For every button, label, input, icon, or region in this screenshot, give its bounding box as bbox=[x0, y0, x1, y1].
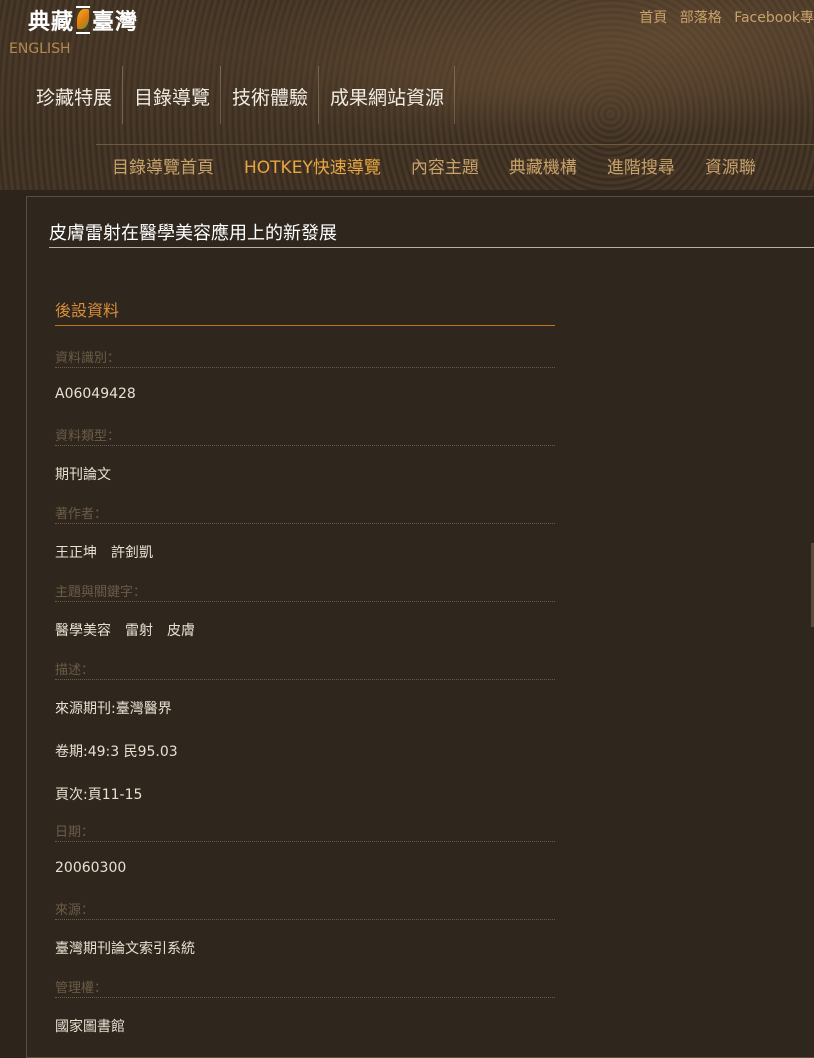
field-value: 20060300 bbox=[55, 860, 127, 876]
field-value: 卷期:49:3 民95.03 bbox=[55, 744, 178, 760]
field-type: 資料類型： 期刊論文 bbox=[55, 425, 555, 484]
top-link-blog[interactable]: 部落格 bbox=[680, 10, 722, 26]
sub-nav-item-hotkey[interactable]: HOTKEY快速導覽 bbox=[228, 145, 395, 185]
field-label: 主題與關鍵字： bbox=[55, 581, 555, 602]
field-label: 來源： bbox=[55, 899, 555, 920]
main-nav: 珍藏特展 目錄導覽 技術體驗 成果網站資源 bbox=[25, 66, 456, 124]
field-label: 資料類型： bbox=[55, 425, 555, 446]
main-nav-item[interactable]: 目錄導覽 bbox=[123, 66, 222, 124]
field-source: 來源： 臺灣期刊論文索引系統 bbox=[55, 899, 555, 958]
field-value: 期刊論文 bbox=[55, 467, 111, 483]
field-label: 日期： bbox=[55, 821, 555, 842]
logo-text-part1: 典藏 bbox=[28, 9, 75, 35]
field-label: 著作者： bbox=[55, 503, 555, 524]
field-description: 描述： 來源期刊:臺灣醫界 卷期:49:3 民95.03 頁次:頁11-15 bbox=[55, 659, 555, 804]
field-value: 王正坤 許釗凱 bbox=[55, 545, 153, 561]
field-value: 國家圖書館 bbox=[55, 1019, 125, 1035]
main-nav-item[interactable]: 珍藏特展 bbox=[25, 66, 124, 124]
sub-nav-item[interactable]: 典藏機構 bbox=[493, 145, 591, 185]
main-nav-item[interactable]: 技術體驗 bbox=[221, 66, 320, 124]
top-link-facebook[interactable]: Facebook專 bbox=[734, 10, 814, 26]
sub-nav-item[interactable]: 資源聯 bbox=[689, 145, 770, 185]
field-keywords: 主題與關鍵字： 醫學美容 雷射 皮膚 bbox=[55, 581, 555, 640]
field-label: 資料識別： bbox=[55, 347, 555, 368]
page-title: 皮膚雷射在醫學美容應用上的新發展 bbox=[49, 219, 814, 248]
sub-nav-item[interactable]: 進階搜尋 bbox=[591, 145, 689, 185]
main-nav-item[interactable]: 成果網站資源 bbox=[319, 66, 456, 124]
english-link[interactable]: ENGLISH bbox=[9, 41, 71, 57]
field-label: 管理權： bbox=[55, 977, 555, 998]
field-date: 日期： 20060300 bbox=[55, 821, 555, 876]
header-banner: 典藏 臺灣 ENGLISH 首頁 部落格 Facebook專 珍藏特展 目錄導覽… bbox=[0, 0, 814, 190]
site-logo[interactable]: 典藏 臺灣 bbox=[28, 4, 138, 36]
sub-nav-item[interactable]: 內容主題 bbox=[395, 145, 493, 185]
field-value: 頁次:頁11-15 bbox=[55, 787, 143, 803]
field-identifier: 資料識別： A06049428 bbox=[55, 347, 555, 402]
field-label: 描述： bbox=[55, 659, 555, 680]
section-title: 後設資料 bbox=[55, 297, 555, 326]
sub-nav: 目錄導覽首頁 HOTKEY快速導覽 內容主題 典藏機構 進階搜尋 資源聯 bbox=[96, 144, 814, 185]
logo-text-part2: 臺灣 bbox=[92, 9, 139, 35]
leaf-icon bbox=[76, 6, 91, 34]
top-links: 首頁 部落格 Facebook專 bbox=[631, 7, 814, 27]
field-value: 來源期刊:臺灣醫界 bbox=[55, 701, 172, 717]
top-link-home[interactable]: 首頁 bbox=[639, 10, 667, 26]
sub-nav-item[interactable]: 目錄導覽首頁 bbox=[96, 145, 228, 185]
record-panel: 皮膚雷射在醫學美容應用上的新發展 後設資料 資料識別： A06049428 資料… bbox=[26, 196, 814, 1058]
field-value: 臺灣期刊論文索引系統 bbox=[55, 941, 195, 957]
field-author: 著作者： 王正坤 許釗凱 bbox=[55, 503, 555, 562]
field-rights: 管理權： 國家圖書館 bbox=[55, 977, 555, 1036]
field-value: A06049428 bbox=[55, 386, 136, 402]
field-value: 醫學美容 雷射 皮膚 bbox=[55, 623, 195, 639]
